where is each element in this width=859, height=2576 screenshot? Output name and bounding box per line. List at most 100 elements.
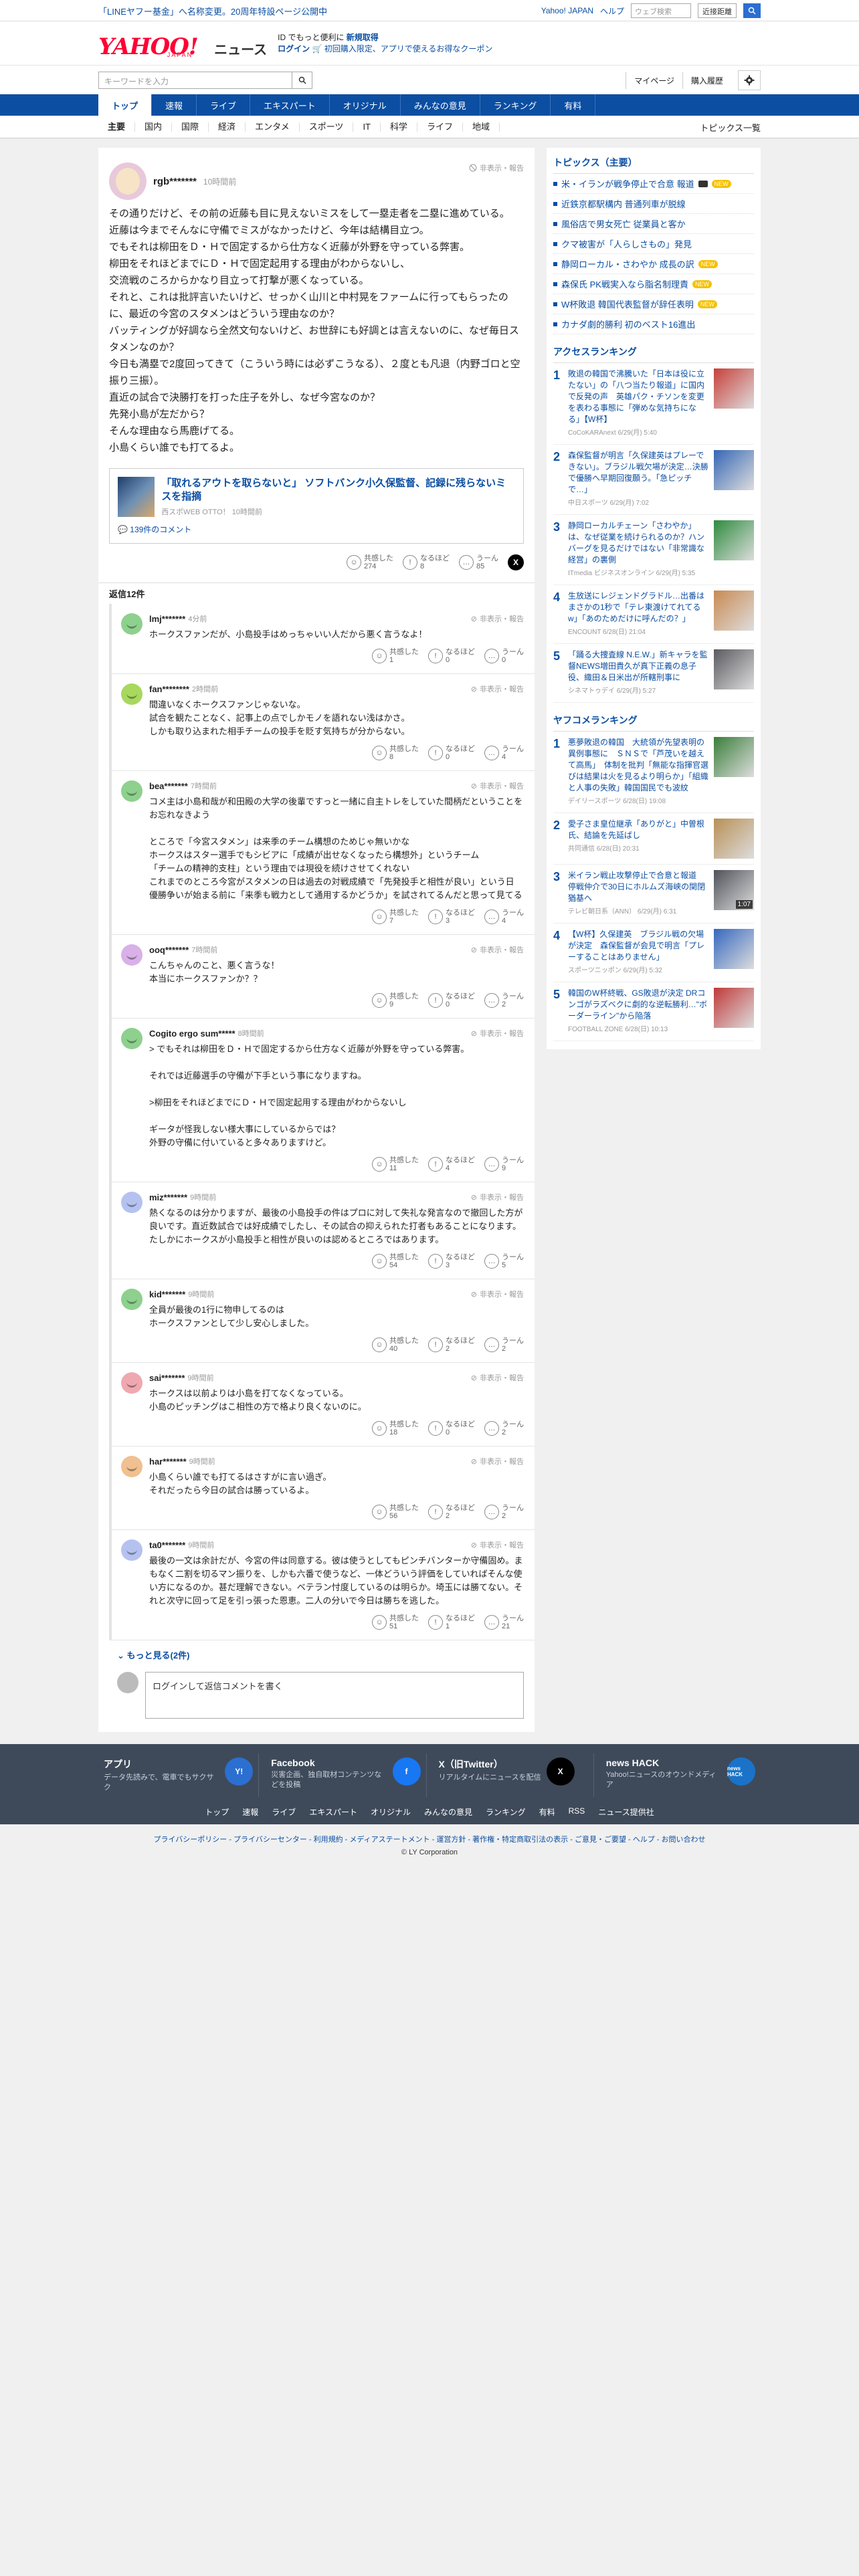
insight-button[interactable]: ! なるほど 8 <box>403 554 450 570</box>
footer-app-link[interactable]: news HACK Yahoo!ニュースのオウンドメディア news HACK <box>601 1753 761 1797</box>
category-tab[interactable]: 主要 <box>98 122 136 132</box>
topic-item[interactable]: クマ被害が「人らしさもの」発見 <box>553 234 754 254</box>
ranking-item[interactable]: 2 森保監督が明言「久保建英はプレーできない」。ブラジル戦欠場が決定…決勝で優勝へ… <box>553 445 754 515</box>
nav-tab[interactable]: ランキング <box>480 94 551 116</box>
nav-tab[interactable]: オリジナル <box>330 94 401 116</box>
more-replies-button[interactable]: ⌄ もっと見る(2件) <box>98 1640 535 1667</box>
topic-item[interactable]: 森保氏 PK戦実入なら脂名制理責 NEW <box>553 274 754 294</box>
nav-tab[interactable]: エキスパート <box>250 94 330 116</box>
ranking-item[interactable]: 4 【W杯】久保建英 ブラジル戦の欠場が決定 森保監督が会見で明言「プレーすること… <box>553 924 754 982</box>
yahoo-japan-link[interactable]: Yahoo! JAPAN <box>541 6 593 15</box>
agree-button[interactable]: ☺ 共感した 11 <box>372 1156 419 1172</box>
insight-button[interactable]: ! なるほど 3 <box>428 1253 475 1269</box>
hmm-button[interactable]: … うーん 21 <box>484 1614 524 1630</box>
agree-button[interactable]: ☺ 共感した 56 <box>372 1504 419 1520</box>
keyword-search-button[interactable] <box>292 72 312 89</box>
ranking-item[interactable]: 4 生放送にレジェンドグラドル…出番はまさかの1秒で「テレ東渡けてれてるw」「あの… <box>553 585 754 644</box>
hmm-button[interactable]: … うーん 2 <box>484 1504 524 1520</box>
ranking-item[interactable]: 3 静岡ローカルチェーン「さわやか」は、なぜ従業を続けられるのか？ハンバーグを見る… <box>553 515 754 585</box>
footer-link[interactable]: ニュース提供社 <box>598 1806 654 1818</box>
keyword-search-input[interactable]: キーワードを入力 <box>98 72 292 89</box>
footer-link[interactable]: RSS <box>569 1806 585 1818</box>
reply-report-link[interactable]: ⊘ 非表示・報告 <box>471 1539 524 1550</box>
login-link[interactable]: ログイン <box>278 44 310 53</box>
web-search-input[interactable]: ウェブ検索 <box>631 3 691 18</box>
topic-item[interactable]: 風俗店で男女死亡 従業員と客か <box>553 214 754 234</box>
mypage-link[interactable]: マイページ <box>626 72 682 89</box>
category-tab[interactable]: 地域 <box>463 122 500 132</box>
yahoo-news-logo[interactable]: YAHOO! JAPAN ニュース <box>98 29 267 58</box>
topic-item[interactable]: 静岡ローカル・さわやか 成長の訳 NEW <box>553 254 754 274</box>
reply-report-link[interactable]: ⊘ 非表示・報告 <box>471 944 524 955</box>
notice-link[interactable]: 「LINEヤフー基金」へ名称変更。20周年特設ページ公開中 <box>98 5 327 17</box>
hmm-button[interactable]: … うーん 4 <box>484 909 524 925</box>
ranking-item[interactable]: 3 米イラン戦止攻撃停止で合意と報道 停戦仲介で30日にホルムズ海峡の関閉猶基へテ… <box>553 865 754 924</box>
nav-tab[interactable]: ライブ <box>197 94 251 116</box>
nav-tab[interactable]: トップ <box>98 94 153 116</box>
hmm-button[interactable]: … うーん 0 <box>484 648 524 664</box>
agree-button[interactable]: ☺ 共感した 274 <box>347 554 393 570</box>
web-search-button[interactable] <box>743 3 761 18</box>
ranking-item[interactable]: 5 「踊る大捜査線 N.E.W.」新キャラを監督NEWS増田貴久が真下正義の息子役… <box>553 644 754 703</box>
ranking-item[interactable]: 1 悪夢敗退の韓国 大統領が先望表明の異例事態に ＳＮＳで「芦茂いを越えて高馬」 … <box>553 732 754 813</box>
category-tab[interactable]: 国際 <box>172 122 209 132</box>
article-card[interactable]: 「取れるアウトを取らないと」 ソフトバンク小久保監督、記録に残らないミスを指摘 … <box>109 468 524 544</box>
insight-button[interactable]: ! なるほど 2 <box>428 1337 475 1353</box>
x-share-icon[interactable]: X <box>508 554 524 570</box>
nav-tab[interactable]: みんなの意見 <box>401 94 480 116</box>
footer-link[interactable]: トップ <box>205 1806 229 1818</box>
article-comments-link[interactable]: 💬 139件のコメント <box>118 524 515 535</box>
footer-link[interactable]: ランキング <box>486 1806 526 1818</box>
category-tab[interactable]: スポーツ <box>300 122 354 132</box>
category-tab[interactable]: 科学 <box>381 122 418 132</box>
topic-item[interactable]: 近鉄京都駅構内 普通列車が脱線 <box>553 194 754 214</box>
agree-button[interactable]: ☺ 共感した 54 <box>372 1253 419 1269</box>
reply-user[interactable]: sai******* <box>149 1373 185 1383</box>
footer-link[interactable]: オリジナル <box>371 1806 411 1818</box>
category-tab[interactable]: 経済 <box>209 122 246 132</box>
reply-report-link[interactable]: ⊘ 非表示・報告 <box>471 1456 524 1467</box>
insight-button[interactable]: ! なるほど 3 <box>428 909 475 925</box>
reply-user[interactable]: lmj******* <box>149 614 185 624</box>
hmm-button[interactable]: … うーん 2 <box>484 992 524 1008</box>
footer-app-link[interactable]: Facebook 災害企画、独自取材コンテンツなどを投稿 f <box>266 1753 427 1797</box>
insight-button[interactable]: ! なるほど 0 <box>428 1420 475 1436</box>
reply-user[interactable]: har******* <box>149 1457 187 1467</box>
topic-item[interactable]: カナダ劇的勝利 初のベスト16進出 <box>553 314 754 334</box>
insight-button[interactable]: ! なるほど 2 <box>428 1504 475 1520</box>
category-tab[interactable]: ライフ <box>417 122 464 132</box>
topic-item[interactable]: W杯敗退 韓国代表監督が辞任表明 NEW <box>553 294 754 314</box>
agree-button[interactable]: ☺ 共感した 9 <box>372 992 419 1008</box>
hmm-button[interactable]: … うーん 2 <box>484 1337 524 1353</box>
hmm-button[interactable]: … うーん 9 <box>484 1156 524 1172</box>
agree-button[interactable]: ☺ 共感した 18 <box>372 1420 419 1436</box>
footer-app-link[interactable]: アプリ データ先読みで、電車でもサクサク Y! <box>98 1753 260 1797</box>
footer-link[interactable]: 速報 <box>242 1806 258 1818</box>
insight-button[interactable]: ! なるほど 0 <box>428 648 475 664</box>
agree-button[interactable]: ☺ 共感した 40 <box>372 1337 419 1353</box>
insight-button[interactable]: ! なるほど 1 <box>428 1614 475 1630</box>
register-link[interactable]: 新規取得 <box>347 33 379 42</box>
reply-report-link[interactable]: ⊘ 非表示・報告 <box>471 1372 524 1383</box>
reply-user[interactable]: fan******** <box>149 684 189 694</box>
topics-list-link[interactable]: トピックス一覧 <box>700 121 761 134</box>
footer-app-link[interactable]: X（旧Twitter） リアルタイムにニュースを配信 X <box>434 1753 594 1797</box>
reply-user[interactable]: bea******* <box>149 781 188 791</box>
agree-button[interactable]: ☺ 共感した 51 <box>372 1614 419 1630</box>
reply-report-link[interactable]: ⊘ 非表示・報告 <box>471 1028 524 1039</box>
reply-report-link[interactable]: ⊘ 非表示・報告 <box>471 613 524 624</box>
category-tab[interactable]: エンタメ <box>246 122 300 132</box>
coupon-link[interactable]: 🛒 初回購入限定、アプリで使えるお得なクーポン <box>312 44 492 53</box>
agree-button[interactable]: ☺ 共感した 8 <box>372 745 419 761</box>
footer-link[interactable]: みんなの意見 <box>424 1806 472 1818</box>
category-tab[interactable]: IT <box>353 122 381 132</box>
settings-button[interactable] <box>738 70 761 90</box>
agree-button[interactable]: ☺ 共感した 1 <box>372 648 419 664</box>
agree-button[interactable]: ☺ 共感した 7 <box>372 909 419 925</box>
reply-user[interactable]: miz******* <box>149 1192 187 1202</box>
comment-user[interactable]: rgb******* <box>153 176 197 187</box>
reply-user[interactable]: ooq******* <box>149 945 189 955</box>
help-link[interactable]: ヘルプ <box>600 5 624 17</box>
reply-user[interactable]: ta0******* <box>149 1540 185 1550</box>
insight-button[interactable]: ! なるほど 0 <box>428 992 475 1008</box>
